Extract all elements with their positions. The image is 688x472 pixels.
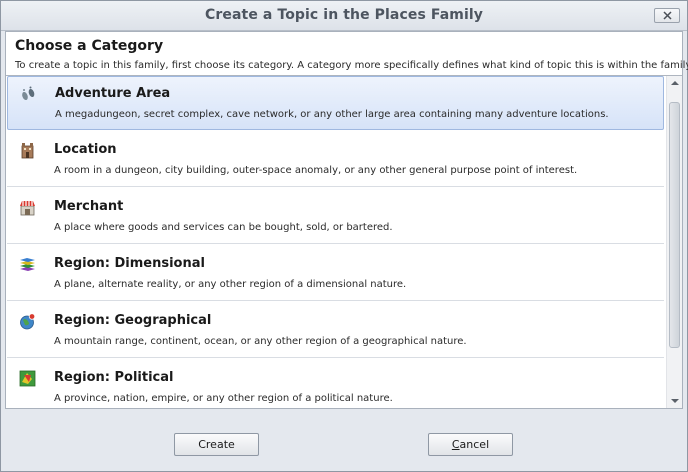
close-button[interactable] [654,8,680,23]
scroll-down-icon[interactable] [671,398,679,404]
shop-icon [20,201,35,216]
page-title: Choose a Category [15,38,164,54]
vertical-scrollbar[interactable] [666,76,682,408]
footprints-icon [22,86,35,101]
category-description: A plane, alternate reality, or any other… [54,279,407,290]
category-title: Location [54,142,117,157]
category-description: A mountain range, continent, ocean, or a… [54,336,467,347]
scroll-thumb[interactable] [669,102,680,348]
category-title: Region: Dimensional [54,256,205,271]
category-list[interactable]: Adventure Area A megadungeon, secret com… [6,76,666,408]
close-icon [662,11,672,20]
category-item-region-political[interactable]: Region: Political A province, nation, em… [7,361,664,408]
map-flag-icon [19,370,36,387]
category-title: Adventure Area [55,86,171,101]
title-bar[interactable]: Create a Topic in the Places Family [1,1,687,31]
cancel-button-label: ancel [459,438,490,451]
window-title: Create a Topic in the Places Family [205,7,483,23]
category-header: Choose a Category To create a topic in t… [6,32,688,76]
cancel-accelerator: C [451,438,460,451]
globe-icon [20,313,36,330]
create-button-label: Create [198,438,235,451]
category-item-adventure-area[interactable]: Adventure Area A megadungeon, secret com… [7,76,664,130]
dialog-footer: Create Cancel [1,410,687,471]
layers-icon [20,258,35,271]
category-item-region-geographical[interactable]: Region: Geographical A mountain range, c… [7,304,664,358]
content-panel: Choose a Category To create a topic in t… [5,31,688,409]
category-description: A room in a dungeon, city building, oute… [54,165,578,176]
category-item-merchant[interactable]: Merchant A place where goods and service… [7,190,664,244]
category-title: Merchant [54,199,124,214]
category-item-location[interactable]: Location A room in a dungeon, city build… [7,133,664,187]
category-title: Region: Political [54,370,174,385]
category-description: A province, nation, empire, or any other… [54,393,393,404]
create-topic-dialog: Create a Topic in the Places Family Choo… [0,0,688,472]
building-icon [21,143,34,159]
instructions-text: To create a topic in this family, first … [15,60,688,71]
category-item-region-dimensional[interactable]: Region: Dimensional A plane, alternate r… [7,247,664,301]
scroll-up-icon[interactable] [671,80,679,86]
category-description: A megadungeon, secret complex, cave netw… [55,109,609,120]
create-button[interactable]: Create [174,433,259,456]
cancel-button[interactable]: Cancel [428,433,513,456]
category-description: A place where goods and services can be … [54,222,393,233]
category-title: Region: Geographical [54,313,212,328]
